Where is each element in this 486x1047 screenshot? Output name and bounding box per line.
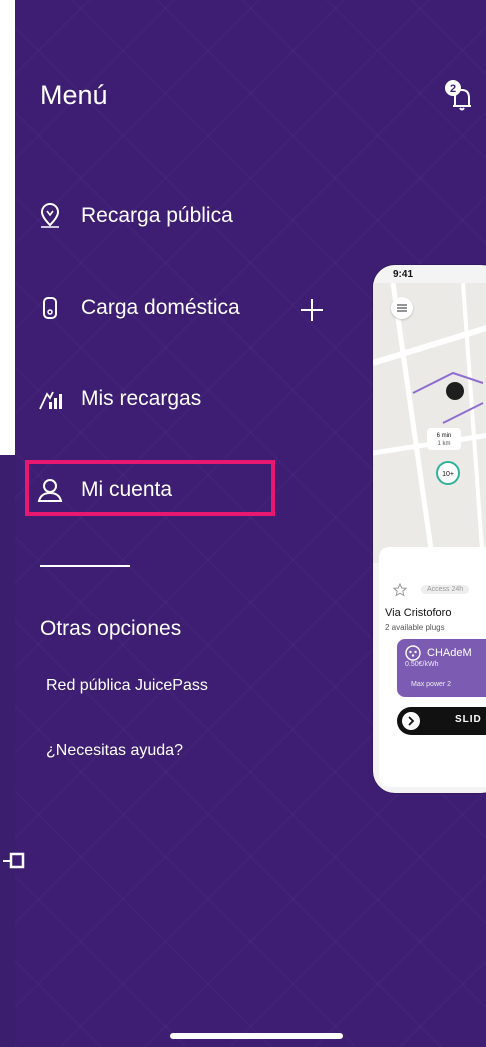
preview-slide-button: SLID bbox=[397, 707, 486, 735]
menu-item-recarga-publica[interactable]: Recarga pública bbox=[37, 203, 233, 229]
highlight-box bbox=[25, 460, 275, 516]
menu-item-mis-recargas[interactable]: Mis recargas bbox=[37, 386, 201, 412]
preview-plug-card: CHAdeM 0.50€/kWh Max power 2 bbox=[397, 639, 486, 697]
preview-access-badge: Access 24h bbox=[421, 585, 470, 594]
preview-route-distance: 1 km bbox=[437, 441, 450, 447]
hamburger-icon bbox=[397, 304, 407, 312]
left-edge-glyph-icon bbox=[3, 852, 25, 869]
menu-item-label: Mis recargas bbox=[81, 387, 202, 410]
preview-map: 6 min 1 km 10+ bbox=[373, 282, 486, 564]
preview-menu-button bbox=[391, 297, 413, 319]
preview-station-card: Access 24h Via Cristoforo 2 available pl… bbox=[379, 547, 486, 787]
bell-icon: 2 bbox=[445, 80, 471, 111]
menu-item-label: Carga doméstica bbox=[81, 296, 240, 319]
section-title-otras-opciones: Otras opciones bbox=[40, 617, 182, 640]
menu-item-carga-domestica[interactable]: Carga doméstica bbox=[37, 295, 240, 321]
star-icon bbox=[393, 583, 407, 597]
menu-title: Menú bbox=[40, 80, 108, 110]
app-preview: 9:41 6 min 1 km 10+ Access 24h Via Crist… bbox=[373, 265, 486, 793]
background-strip-lower bbox=[0, 455, 15, 1047]
plus-icon bbox=[301, 299, 323, 321]
link-red-publica[interactable]: Red pública JuicePass bbox=[46, 677, 208, 695]
preview-plugs: 2 available plugs bbox=[385, 623, 445, 632]
preview-max-power: Max power 2 bbox=[411, 681, 452, 688]
expand-button[interactable] bbox=[297, 295, 327, 325]
preview-cluster-count: 10+ bbox=[442, 471, 454, 478]
plug-connector-icon bbox=[405, 645, 421, 661]
link-ayuda[interactable]: ¿Necesitas ayuda? bbox=[46, 742, 183, 760]
chevron-right-icon bbox=[402, 712, 420, 730]
preview-time: 9:41 bbox=[393, 269, 414, 280]
preview-plug-name: CHAdeM bbox=[427, 647, 472, 659]
charging-stats-icon bbox=[37, 386, 63, 412]
preview-station-name: Via Cristoforo bbox=[385, 607, 452, 619]
home-charger-icon bbox=[37, 295, 63, 321]
home-indicator bbox=[170, 1033, 343, 1039]
location-pin-icon bbox=[37, 203, 63, 229]
divider bbox=[40, 565, 130, 567]
preview-route-time: 6 min bbox=[437, 433, 452, 439]
notification-count: 2 bbox=[450, 83, 456, 95]
menu-item-label: Recarga pública bbox=[81, 204, 233, 227]
notifications-button[interactable]: 2 bbox=[443, 78, 479, 114]
preview-plug-price: 0.50€/kWh bbox=[405, 661, 439, 668]
preview-slide-label: SLID bbox=[455, 714, 482, 725]
